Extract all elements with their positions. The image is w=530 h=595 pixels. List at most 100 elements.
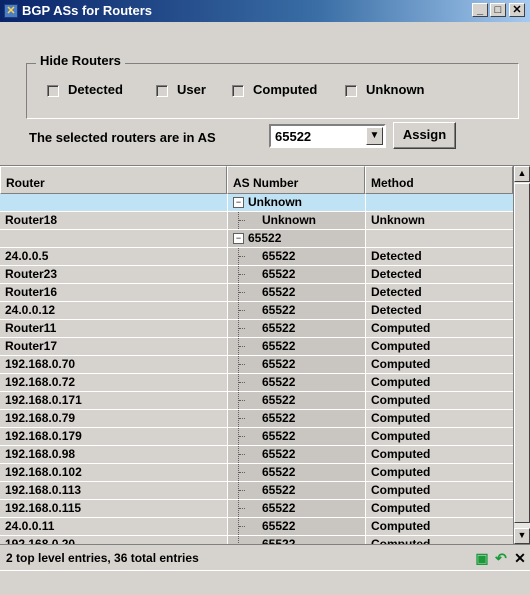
save-icon[interactable]: ▣ (474, 550, 490, 566)
table-row[interactable]: 24.0.0.11 65522 Computed (0, 518, 513, 536)
checkbox-box[interactable] (232, 84, 244, 97)
method-cell: Computed (365, 536, 513, 544)
router-cell: 192.168.0.171 (0, 392, 227, 409)
as-number-cell: 65522 (227, 320, 365, 337)
method-cell: Computed (365, 338, 513, 355)
table-row[interactable]: Router11 65522 Computed (0, 320, 513, 338)
method-cell: Detected (365, 284, 513, 301)
router-cell: Router23 (0, 266, 227, 283)
table-rows: − Unknown Router18 Unknown Unknown −65522 24.0… (0, 194, 513, 544)
collapse-icon[interactable]: − (233, 197, 244, 209)
method-cell: Computed (365, 320, 513, 337)
router-cell: Router18 (0, 212, 227, 229)
close-button[interactable]: ✕ (509, 3, 525, 17)
as-number-cell: −65522 (227, 230, 365, 247)
title-bar[interactable]: ✕ BGP ASs for Routers _ □ ✕ (0, 0, 530, 22)
table-row[interactable]: 192.168.0.79 65522 Computed (0, 410, 513, 428)
method-cell: Computed (365, 446, 513, 463)
as-number-text: 65522 (262, 321, 296, 335)
method-cell: Computed (365, 410, 513, 427)
checkbox-box[interactable] (345, 84, 357, 97)
table-row[interactable]: 192.168.0.70 65522 Computed (0, 356, 513, 374)
as-number-combobox[interactable]: 65522 ▼ (269, 124, 386, 148)
close-icon[interactable]: ✕ (512, 550, 528, 566)
column-header-method[interactable]: Method (365, 166, 513, 194)
table-row[interactable]: 192.168.0.98 65522 Computed (0, 446, 513, 464)
checkbox-label: Detected (68, 82, 123, 97)
table-row[interactable]: Router17 65522 Computed (0, 338, 513, 356)
scroll-down-icon[interactable]: ▼ (514, 528, 530, 544)
assign-button[interactable]: Assign (393, 122, 456, 149)
tree-connector (238, 284, 262, 301)
as-number-text: 65522 (262, 429, 296, 443)
router-cell: 192.168.0.70 (0, 356, 227, 373)
table-row[interactable]: 24.0.0.12 65522 Detected (0, 302, 513, 320)
table-row[interactable]: 192.168.0.171 65522 Computed (0, 392, 513, 410)
as-number-text: 65522 (262, 411, 296, 425)
router-cell: 192.168.0.98 (0, 446, 227, 463)
tree-connector (238, 428, 262, 445)
bgp-window: ✕ BGP ASs for Routers _ □ ✕ Hide Routers… (0, 0, 530, 595)
as-number-cell: 65522 (227, 248, 365, 265)
router-cell: 192.168.0.115 (0, 500, 227, 517)
maximize-button[interactable]: □ (490, 3, 506, 17)
checkbox-label: Computed (253, 82, 318, 97)
method-cell: Computed (365, 500, 513, 517)
unknown-checkbox[interactable]: Unknown (345, 82, 425, 97)
router-cell (0, 194, 227, 211)
undo-icon[interactable]: ↶ (493, 550, 509, 566)
as-number-cell: 65522 (227, 446, 365, 463)
detected-checkbox[interactable]: Detected (47, 82, 123, 97)
table-row[interactable]: Router18 Unknown Unknown (0, 212, 513, 230)
collapse-icon[interactable]: − (233, 233, 244, 245)
as-number-cell: − Unknown (227, 194, 365, 211)
table-row[interactable]: Router23 65522 Detected (0, 266, 513, 284)
checkbox-box[interactable] (156, 84, 168, 97)
vertical-scrollbar[interactable]: ▲ ▼ (513, 166, 530, 544)
table-row[interactable]: 192.168.0.102 65522 Computed (0, 464, 513, 482)
as-number-value[interactable]: 65522 (275, 129, 311, 144)
scroll-thumb[interactable] (514, 183, 530, 523)
table-row[interactable]: 192.168.0.20 65522 Computed (0, 536, 513, 544)
as-number-text: 65522 (262, 339, 296, 353)
chevron-down-icon[interactable]: ▼ (366, 127, 383, 145)
table-row[interactable]: 24.0.0.5 65522 Detected (0, 248, 513, 266)
computed-checkbox[interactable]: Computed (232, 82, 318, 97)
checkbox-box[interactable] (47, 84, 59, 97)
table-row[interactable]: 192.168.0.179 65522 Computed (0, 428, 513, 446)
as-number-text: 65522 (262, 375, 296, 389)
method-cell: Computed (365, 356, 513, 373)
column-header-router[interactable]: Router (0, 166, 227, 194)
minimize-button[interactable]: _ (472, 3, 488, 17)
tree-group-row[interactable]: −65522 (0, 230, 513, 248)
scroll-up-icon[interactable]: ▲ (514, 166, 530, 182)
tree-connector (238, 338, 262, 355)
user-checkbox[interactable]: User (156, 82, 206, 97)
method-cell: Computed (365, 392, 513, 409)
method-cell (365, 230, 513, 247)
router-cell: 192.168.0.20 (0, 536, 227, 544)
method-cell: Computed (365, 428, 513, 445)
table-row[interactable]: 192.168.0.115 65522 Computed (0, 500, 513, 518)
method-cell: Detected (365, 248, 513, 265)
table-row[interactable]: Router16 65522 Detected (0, 284, 513, 302)
tree-connector (238, 536, 262, 544)
router-cell: 192.168.0.79 (0, 410, 227, 427)
column-header-as-number[interactable]: AS Number (227, 166, 365, 194)
tree-connector (238, 320, 262, 337)
router-cell: 192.168.0.102 (0, 464, 227, 481)
tree-connector (238, 518, 262, 535)
as-number-text: 65522 (262, 483, 296, 497)
tree-connector (238, 356, 262, 373)
table-row[interactable]: 192.168.0.72 65522 Computed (0, 374, 513, 392)
as-number-text: Unknown (262, 213, 316, 227)
hide-routers-label: Hide Routers (36, 53, 125, 68)
tree-connector (238, 302, 262, 319)
as-number-cell: 65522 (227, 266, 365, 283)
table-row[interactable]: 192.168.0.113 65522 Computed (0, 482, 513, 500)
as-number-text: 65522 (262, 501, 296, 515)
tree-connector (238, 392, 262, 409)
method-cell: Detected (365, 266, 513, 283)
router-cell: 24.0.0.5 (0, 248, 227, 265)
tree-group-row[interactable]: − Unknown (0, 194, 513, 212)
